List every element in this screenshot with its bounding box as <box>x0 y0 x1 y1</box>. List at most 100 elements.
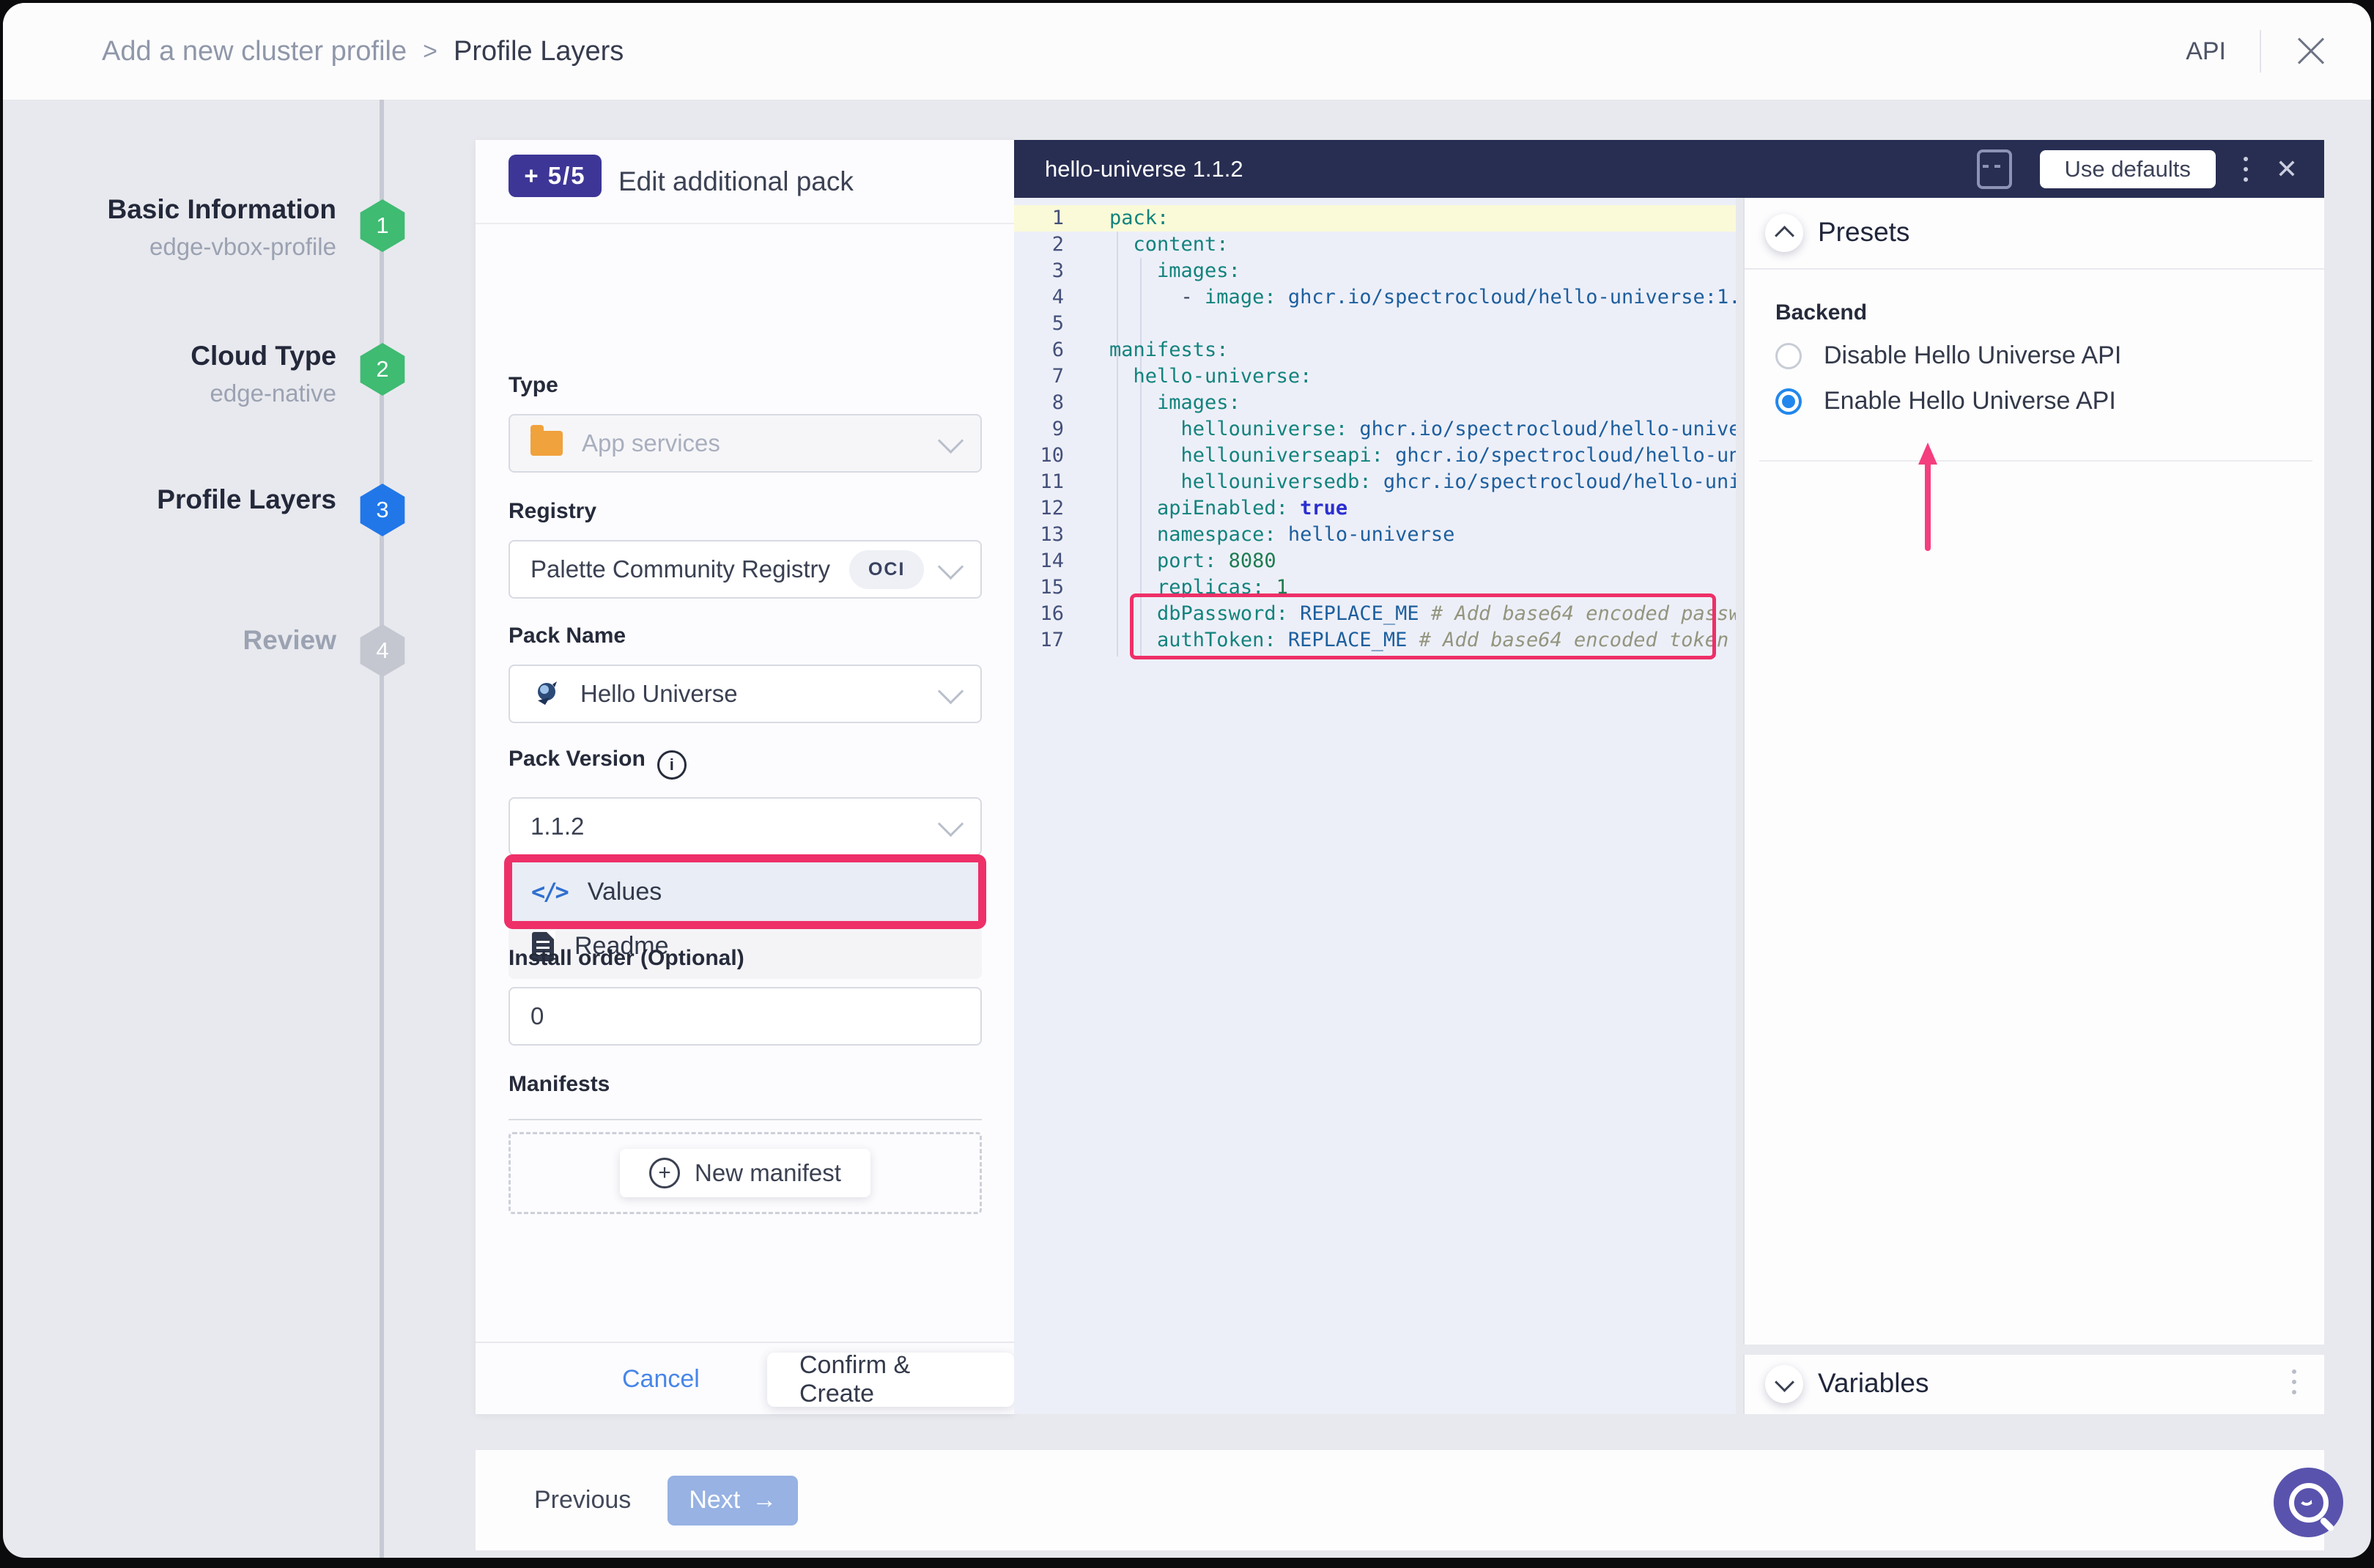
breadcrumb-separator: > <box>423 37 437 66</box>
code-line: apiEnabled: true <box>1014 495 1736 522</box>
hello-universe-logo-icon <box>530 678 561 709</box>
breadcrumb-current: Profile Layers <box>454 36 624 67</box>
step-title: Basic Information <box>29 193 336 226</box>
plus-icon: + <box>649 1158 680 1188</box>
editor-menu-icon[interactable] <box>2244 157 2248 161</box>
api-link[interactable]: API <box>2186 37 2226 66</box>
edit-pack-footer: Cancel Confirm & Create <box>476 1342 1014 1416</box>
code-line: hellouniversedb: ghcr.io/spectrocloud/he… <box>1014 469 1736 495</box>
radio-selected-icon <box>1775 388 1802 415</box>
folder-icon <box>530 431 563 456</box>
variables-panel: Variables <box>1743 1355 2324 1414</box>
code-line: hellouniverseapi: ghcr.io/spectrocloud/h… <box>1014 443 1736 469</box>
pack-count-badge: + 5/5 <box>509 155 602 197</box>
breadcrumb-parent[interactable]: Add a new cluster profile <box>102 36 407 67</box>
code-content: pack: content: images: - image: ghcr.io/… <box>1014 205 1736 654</box>
use-defaults-button[interactable]: Use defaults <box>2040 150 2216 188</box>
new-manifest-button[interactable]: + New manifest <box>620 1149 870 1197</box>
next-button[interactable]: Next→ <box>668 1476 798 1526</box>
cancel-button[interactable]: Cancel <box>622 1343 700 1416</box>
code-line: pack: <box>1014 205 1736 232</box>
step-badge-4: 4 <box>358 624 407 677</box>
magnifier-icon <box>2289 1483 2329 1523</box>
arrow-right-icon: → <box>752 1486 777 1515</box>
presets-title: Presets <box>1818 217 1909 248</box>
pack-name-label: Pack Name <box>509 624 626 648</box>
code-line: images: <box>1014 390 1736 416</box>
diff-view-icon[interactable] <box>1977 149 2012 189</box>
edit-pack-header: + 5/5 Edit additional pack <box>476 140 1014 224</box>
step-title: Review <box>29 624 336 657</box>
backend-group-label: Backend <box>1775 300 1867 325</box>
yaml-editor[interactable]: pack: content: images: - image: ghcr.io/… <box>1014 198 1736 1414</box>
editor-close-icon[interactable]: ✕ <box>2276 154 2298 185</box>
search-fab[interactable] <box>2274 1468 2343 1537</box>
step-title: Cloud Type <box>29 340 336 372</box>
chevron-down-icon <box>1775 1372 1794 1392</box>
edit-pack-title: Edit additional pack <box>618 140 854 223</box>
presets-panel: Presets Backend Disable Hello Universe A… <box>1743 198 2324 1345</box>
collapse-presets-button[interactable] <box>1765 214 1803 252</box>
manifests-label: Manifests <box>509 1072 610 1097</box>
step-title: Profile Layers <box>29 484 336 516</box>
code-line: hello-universe: <box>1014 363 1736 390</box>
radio-icon <box>1775 343 1802 369</box>
manifests-divider <box>509 1119 982 1120</box>
close-icon[interactable] <box>2295 35 2327 67</box>
pack-version-select[interactable]: 1.1.2 <box>509 797 982 856</box>
radio-label: Enable Hello Universe API <box>1824 387 2116 415</box>
install-order-value: 0 <box>530 1002 544 1030</box>
radio-disable-api[interactable]: Disable Hello Universe API <box>1775 341 2121 370</box>
presets-section-divider <box>1759 460 2312 462</box>
step-badge-2: 2 <box>358 343 407 396</box>
app-window: Add a new cluster profile > Profile Laye… <box>3 3 2371 1558</box>
chevron-down-icon <box>938 678 964 703</box>
values-highlight-annotation: </> Values <box>504 854 986 929</box>
code-line <box>1014 311 1736 337</box>
oci-badge: OCI <box>849 550 924 589</box>
code-line: manifests: <box>1014 337 1736 363</box>
editor-title: hello-universe 1.1.2 <box>1045 156 1243 182</box>
install-order-input[interactable]: 0 <box>509 987 982 1046</box>
chevron-down-icon <box>938 810 964 836</box>
code-line: - image: ghcr.io/spectrocloud/hello-univ… <box>1014 284 1736 311</box>
radio-enable-api[interactable]: Enable Hello Universe API <box>1775 387 2116 415</box>
code-line: content: <box>1014 232 1736 258</box>
breadcrumb: Add a new cluster profile > Profile Laye… <box>102 3 624 100</box>
pack-name-value: Hello Universe <box>580 680 738 708</box>
expand-variables-button[interactable] <box>1765 1365 1803 1403</box>
pack-name-select[interactable]: Hello Universe <box>509 665 982 723</box>
info-icon[interactable]: i <box>657 750 687 780</box>
wizard-footer: Previous Next→ <box>476 1450 2324 1550</box>
pack-version-label: Pack Versioni <box>509 747 687 780</box>
chevron-down-icon <box>938 427 964 453</box>
step-badge-3: 3 <box>358 484 407 536</box>
registry-value: Palette Community Registry <box>530 555 830 583</box>
values-tab[interactable]: </> Values <box>512 862 978 921</box>
step-badge-1: 1 <box>358 199 407 252</box>
registry-label: Registry <box>509 499 596 524</box>
type-select[interactable]: App services <box>509 414 982 473</box>
gutter: 1234567891011121314151617 <box>1014 205 1064 654</box>
radio-label: Disable Hello Universe API <box>1824 341 2121 370</box>
type-value: App services <box>582 429 720 457</box>
code-line: hellouniverse: ghcr.io/spectrocloud/hell… <box>1014 416 1736 443</box>
code-icon: </> <box>531 878 567 906</box>
editor-titlebar: hello-universe 1.1.2 Use defaults ✕ <box>1014 140 2324 198</box>
annotation-arrow-up <box>1918 443 1937 551</box>
code-line: namespace: hello-universe <box>1014 522 1736 548</box>
chevron-down-icon <box>938 553 964 579</box>
install-order-label: Install order (Optional) <box>509 946 744 971</box>
code-line: images: <box>1014 258 1736 284</box>
replace-me-annotation <box>1130 593 1716 659</box>
manifests-dropzone: + New manifest <box>509 1132 982 1214</box>
pack-version-value: 1.1.2 <box>530 813 584 840</box>
values-label: Values <box>588 878 662 906</box>
top-header: Add a new cluster profile > Profile Laye… <box>3 3 2371 100</box>
type-label: Type <box>509 373 558 398</box>
previous-button[interactable]: Previous <box>534 1486 631 1515</box>
variables-menu-icon[interactable] <box>2292 1369 2296 1374</box>
chevron-up-icon <box>1775 226 1794 245</box>
registry-select[interactable]: Palette Community Registry OCI <box>509 540 982 599</box>
confirm-create-button[interactable]: Confirm & Create <box>767 1353 1014 1407</box>
